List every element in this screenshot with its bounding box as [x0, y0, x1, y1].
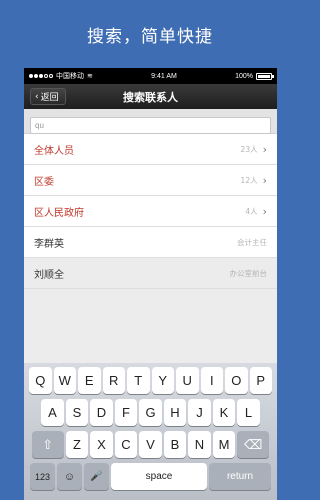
promo-headline: 搜索，简单快捷 — [87, 27, 213, 47]
key-t[interactable]: T — [127, 367, 150, 394]
key-m[interactable]: M — [212, 431, 236, 458]
key-e[interactable]: E — [78, 367, 101, 394]
back-label: 返回 — [40, 93, 59, 103]
item-count: 12人 — [240, 175, 258, 185]
key-n[interactable]: N — [188, 431, 211, 458]
key-z[interactable]: Z — [65, 431, 89, 458]
key-q[interactable]: Q — [29, 367, 52, 394]
key-p[interactable]: P — [249, 367, 272, 394]
key-o[interactable]: O — [225, 367, 248, 394]
key-i[interactable]: I — [200, 367, 223, 394]
key-v[interactable]: V — [139, 431, 162, 458]
chevron-right-icon: › — [262, 204, 267, 218]
shift-key[interactable]: ⇧ — [31, 431, 64, 458]
item-name: 全体人员 — [34, 145, 74, 157]
wifi-icon: ≋ — [87, 73, 93, 80]
key-l[interactable]: L — [237, 399, 260, 426]
item-count: 23人 — [240, 144, 258, 154]
item-count: 4人 — [245, 206, 258, 216]
list-item[interactable]: 全体人员 23人 › — [24, 134, 277, 165]
status-bar: 中国移动 ≋ 9:41 AM 100% — [24, 68, 277, 84]
phone-screen: 中国移动 ≋ 9:41 AM 100% ‹ 返回 搜索联系人 全体人员 23人 ›… — [24, 68, 277, 500]
signal-icon — [29, 74, 53, 78]
back-button[interactable]: ‹ 返回 — [30, 88, 66, 105]
key-f[interactable]: F — [114, 399, 138, 426]
search-bar — [24, 109, 277, 134]
item-name: 李群英 — [34, 238, 64, 250]
key-j[interactable]: J — [188, 399, 211, 426]
list-item[interactable]: 区委 12人 › — [24, 165, 277, 196]
key-d[interactable]: D — [90, 399, 113, 426]
item-name: 区委 — [34, 176, 54, 188]
key-k[interactable]: K — [212, 399, 236, 426]
numbers-key[interactable]: 123 — [30, 463, 55, 490]
key-x[interactable]: X — [90, 431, 113, 458]
shift-icon: ⇧ — [42, 436, 54, 452]
carrier-label: 中国移动 — [56, 73, 84, 80]
key-h[interactable]: H — [163, 399, 187, 426]
search-input[interactable] — [30, 117, 271, 134]
dictation-key[interactable]: 🎤 — [84, 463, 109, 490]
key-y[interactable]: Y — [151, 367, 174, 394]
item-role: 会计主任 — [237, 237, 267, 247]
nav-bar: ‹ 返回 搜索联系人 — [24, 84, 277, 109]
list-item[interactable]: 李群英 会计主任 — [24, 227, 277, 258]
clock: 9:41 AM — [151, 72, 177, 80]
key-g[interactable]: G — [139, 399, 162, 426]
key-a[interactable]: A — [41, 399, 64, 426]
item-name: 区人民政府 — [34, 207, 84, 219]
item-role: 办公室前台 — [229, 268, 268, 278]
item-name: 刘顺全 — [34, 269, 64, 281]
key-r[interactable]: R — [102, 367, 125, 394]
key-b[interactable]: B — [163, 431, 187, 458]
battery-percent: 100% — [235, 72, 253, 80]
backspace-icon: ⌫ — [244, 436, 263, 452]
list-item[interactable]: 刘顺全 办公室前台 — [24, 258, 277, 289]
chevron-right-icon: › — [262, 173, 267, 187]
chevron-left-icon: ‹ — [35, 91, 39, 102]
list-item[interactable]: 区人民政府 4人 › — [24, 196, 277, 227]
space-key[interactable]: space — [111, 463, 207, 490]
key-c[interactable]: C — [114, 431, 138, 458]
emoji-icon: ☺ — [63, 470, 76, 483]
keyboard: Q W E R T Y U I O P A S D F G H J K L ⇧ … — [24, 363, 277, 500]
microphone-icon: 🎤 — [90, 471, 103, 482]
delete-key[interactable]: ⌫ — [237, 431, 270, 458]
chevron-right-icon: › — [262, 142, 267, 156]
emoji-key[interactable]: ☺ — [57, 463, 82, 490]
page-title: 搜索联系人 — [123, 90, 178, 104]
key-s[interactable]: S — [65, 399, 89, 426]
key-w[interactable]: W — [53, 367, 76, 394]
key-u[interactable]: U — [176, 367, 199, 394]
battery-icon — [256, 72, 274, 80]
return-key[interactable]: return — [209, 463, 271, 490]
results-list: 全体人员 23人 › 区委 12人 › 区人民政府 4人 › 李群英 会计主任 刘顺全… — [24, 134, 277, 289]
